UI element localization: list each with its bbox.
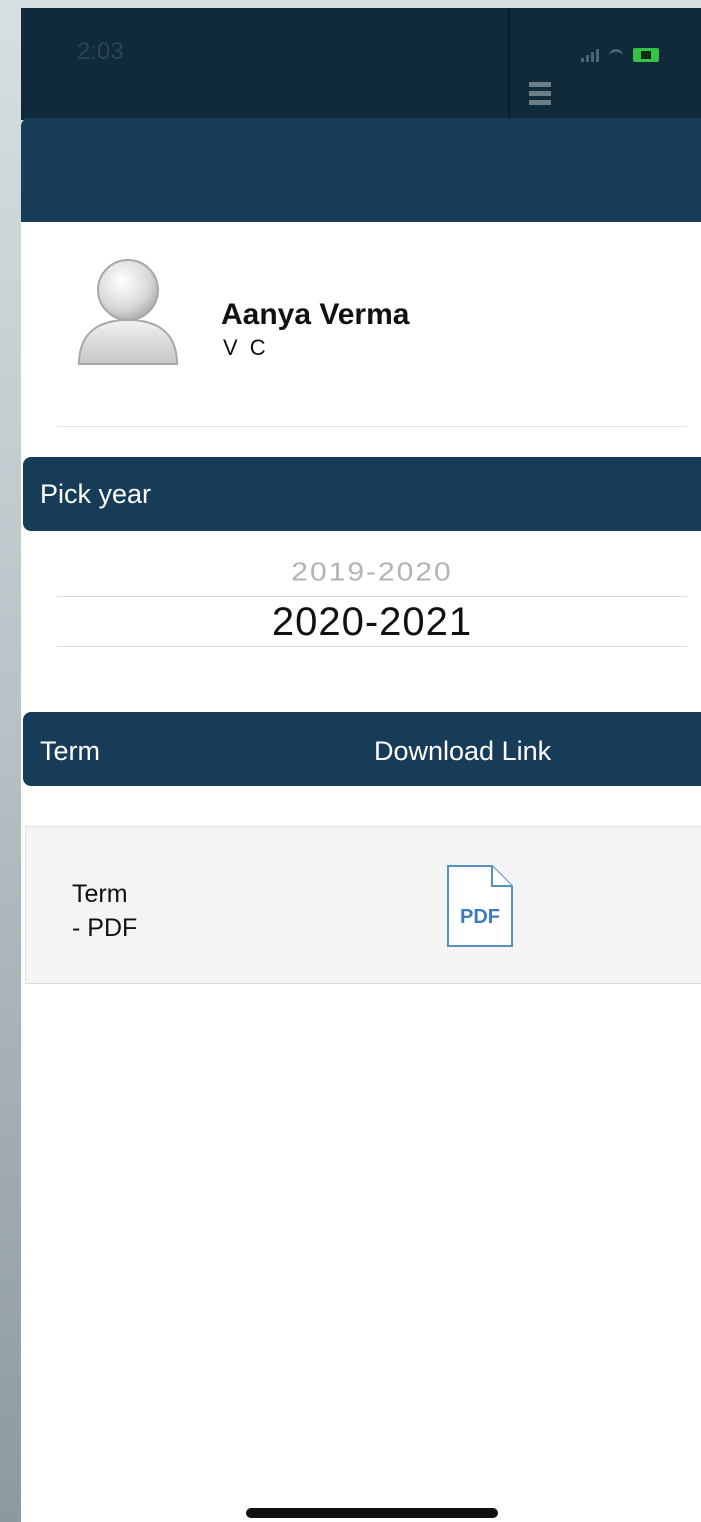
user-name: Aanya Verma xyxy=(221,298,410,331)
pdf-label: PDF xyxy=(460,906,500,928)
status-bar: 2:03 xyxy=(21,8,701,120)
picker-selection-line-bottom xyxy=(57,646,687,647)
reports-table-header: Term Download Link xyxy=(23,712,701,786)
pick-year-header: Pick year xyxy=(23,457,701,531)
status-time: 2:03 xyxy=(77,38,124,65)
user-avatar-icon xyxy=(73,256,183,368)
picker-option-previous[interactable]: 2019-2020 xyxy=(57,559,687,588)
year-picker[interactable]: 2019-2020 2020-2021 xyxy=(57,556,687,666)
signal-icon xyxy=(581,48,599,62)
term-name-line1: Term xyxy=(72,880,128,908)
battery-icon xyxy=(633,48,659,62)
picker-option-selected[interactable]: 2020-2021 xyxy=(57,600,687,645)
picker-selection-line-top xyxy=(57,596,687,597)
status-divider xyxy=(508,8,510,120)
wifi-icon xyxy=(609,49,623,62)
app-screen: 2:03 Aanya Verma V C Pick year 2019-2020… xyxy=(21,8,701,1522)
menu-handle-icon[interactable] xyxy=(529,82,551,109)
term-name-line2: - PDF xyxy=(72,914,138,942)
column-header-term: Term xyxy=(40,736,100,766)
pdf-file-icon[interactable]: PDF xyxy=(445,863,515,949)
user-role: V C xyxy=(223,335,269,360)
profile-divider xyxy=(57,426,687,427)
home-indicator[interactable] xyxy=(246,1508,498,1518)
table-row: Term - PDF PDF xyxy=(25,826,701,984)
column-header-download-link: Download Link xyxy=(374,736,552,766)
status-icons xyxy=(581,42,659,62)
navigation-bar xyxy=(21,118,701,286)
pick-year-label: Pick year xyxy=(40,479,152,509)
term-name: Term - PDF xyxy=(72,877,137,945)
